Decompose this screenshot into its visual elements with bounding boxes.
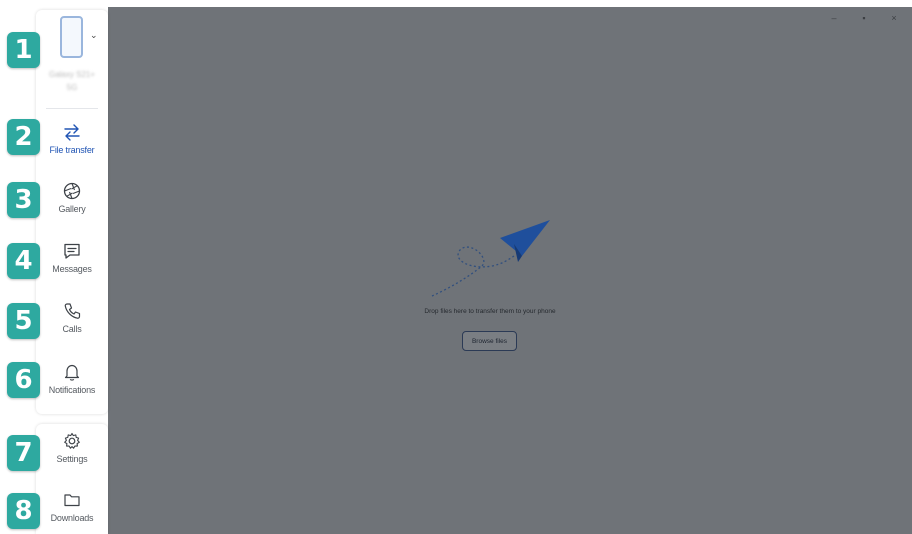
number-badge: 8: [7, 493, 40, 529]
gallery-aperture-icon: [63, 182, 81, 200]
sidebar-item-label: Settings: [56, 454, 88, 464]
message-icon: [64, 243, 80, 259]
maximize-button[interactable]: ▪: [858, 13, 870, 23]
number-badge: 5: [7, 303, 40, 339]
drop-files-text: Drop files here to transfer them to your…: [424, 308, 556, 315]
close-button[interactable]: ×: [888, 13, 900, 23]
number-badge: 4: [7, 243, 40, 279]
sidebar-item-label: Gallery: [58, 204, 86, 214]
number-badge: 7: [7, 435, 40, 471]
number-badge: 2: [7, 119, 40, 155]
phone-call-icon: [64, 303, 81, 319]
sidebar-item-label: Notifications: [48, 385, 96, 395]
device-name: Galaxy S21+ 5G: [48, 70, 96, 92]
sidebar-item-label: Downloads: [50, 513, 94, 523]
minimize-button[interactable]: –: [828, 13, 840, 23]
browse-files-button[interactable]: Browse files: [462, 331, 517, 351]
bell-icon: [64, 364, 80, 381]
sidebar-item-label: Messages: [52, 264, 92, 274]
paper-plane-icon: [431, 220, 550, 297]
number-badge: 6: [7, 362, 40, 398]
gear-icon: [64, 432, 80, 449]
transfer-arrows-icon: [64, 124, 80, 141]
title-bar: – ▪ ×: [108, 7, 912, 29]
divider: [46, 108, 98, 109]
sidebar-item-downloads[interactable]: Downloads: [36, 490, 108, 523]
sidebar-item-label: File transfer: [49, 145, 95, 155]
folder-icon: [64, 494, 80, 507]
sidebar-item-calls[interactable]: Calls: [36, 301, 108, 334]
number-badge: 1: [7, 32, 40, 68]
number-badge: 3: [7, 182, 40, 218]
chevron-down-icon[interactable]: ⌄: [90, 30, 98, 41]
sidebar-item-notifications[interactable]: Notifications: [36, 362, 108, 395]
sidebar-item-messages[interactable]: Messages: [36, 241, 108, 274]
sidebar-item-settings[interactable]: Settings: [36, 431, 108, 464]
sidebar-item-file-transfer[interactable]: File transfer: [36, 122, 108, 155]
phone-icon[interactable]: [60, 16, 83, 58]
sidebar-item-gallery[interactable]: Gallery: [36, 181, 108, 214]
sidebar-item-label: Calls: [62, 324, 82, 334]
